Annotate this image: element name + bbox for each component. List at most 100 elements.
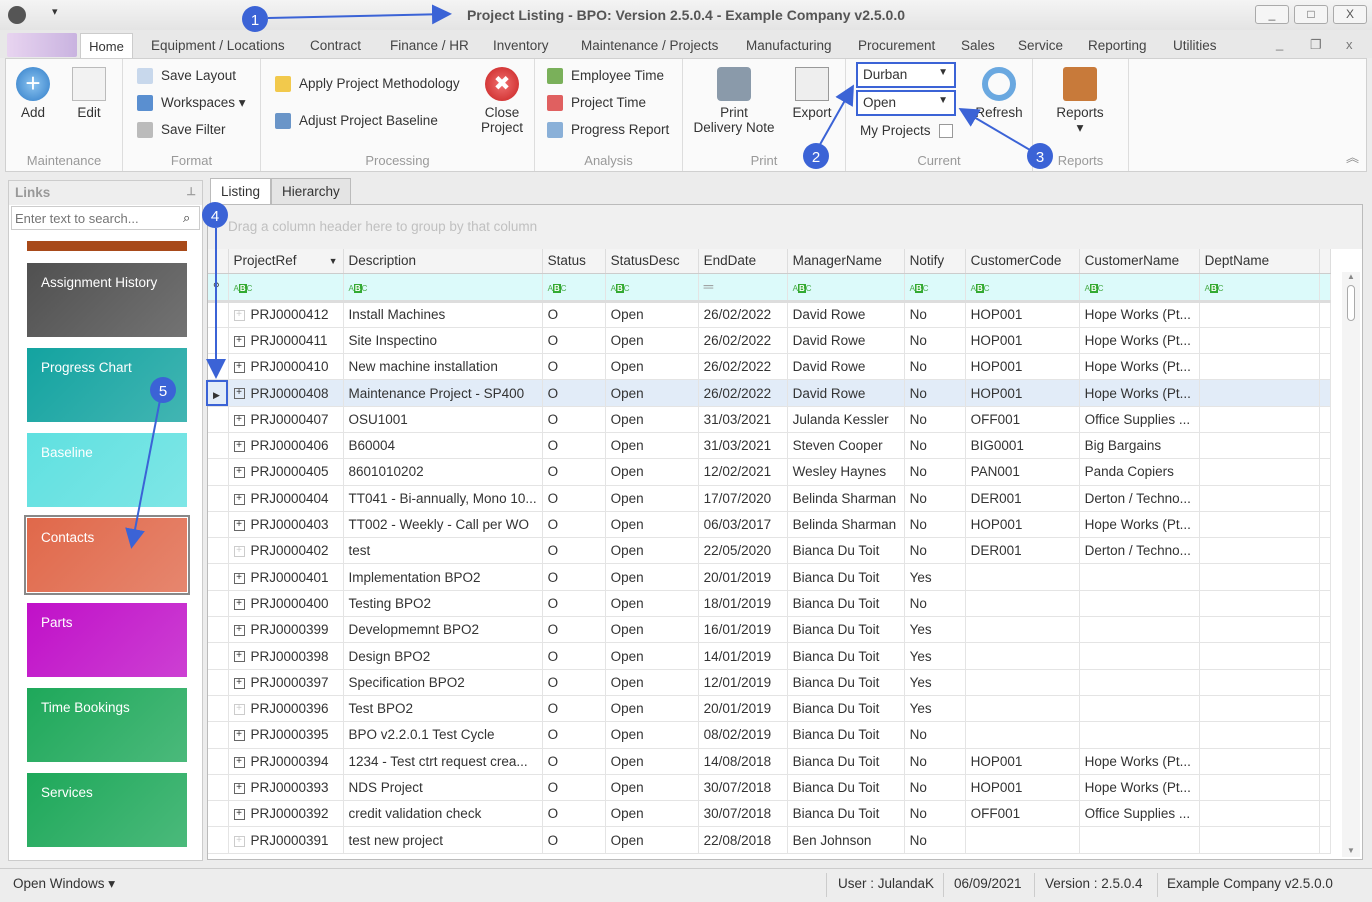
row-indicator[interactable] bbox=[208, 721, 229, 749]
my-projects-checkbox[interactable]: My Projects bbox=[860, 123, 953, 139]
mdi-minimize-icon[interactable]: _ bbox=[1276, 36, 1283, 51]
scrollbar-thumb[interactable] bbox=[1347, 285, 1355, 321]
expand-icon[interactable]: + bbox=[233, 388, 245, 400]
row-indicator[interactable] bbox=[208, 432, 229, 460]
export-button[interactable]: Export bbox=[787, 67, 837, 120]
table-row[interactable]: + PRJ0000406 B60004 O Open 31/03/2021 Steven C… bbox=[208, 432, 1331, 460]
tab-equipment-locations[interactable]: Equipment / Locations bbox=[151, 38, 285, 53]
row-indicator[interactable] bbox=[208, 642, 229, 670]
row-indicator[interactable] bbox=[208, 563, 229, 591]
row-indicator[interactable] bbox=[208, 537, 229, 565]
expand-icon[interactable]: + bbox=[233, 730, 245, 742]
expand-icon[interactable]: + bbox=[233, 835, 245, 847]
expand-icon[interactable]: + bbox=[233, 809, 245, 821]
row-indicator[interactable] bbox=[208, 590, 229, 618]
table-row[interactable]: + PRJ0000400 Testing BPO2 O Open 18/01/2019 Bi… bbox=[208, 590, 1331, 618]
tab-sales[interactable]: Sales bbox=[961, 38, 995, 53]
table-row[interactable]: + PRJ0000411 Site Inspectino O Open 26/02/202… bbox=[208, 327, 1331, 355]
table-row[interactable]: + PRJ0000412 Install Machines O Open 26/02/20… bbox=[208, 301, 1331, 328]
expand-icon[interactable]: + bbox=[233, 414, 245, 426]
tab-home[interactable]: Home bbox=[80, 33, 133, 59]
adjust-baseline-button[interactable]: Adjust Project Baseline bbox=[275, 113, 438, 130]
apply-methodology-button[interactable]: Apply Project Methodology bbox=[275, 76, 460, 93]
row-indicator[interactable] bbox=[208, 511, 229, 539]
row-indicator[interactable] bbox=[208, 748, 229, 775]
tab-service[interactable]: Service bbox=[1018, 38, 1063, 53]
table-row[interactable]: + PRJ0000395 BPO v2.2.0.1 Test Cycle O Open 0… bbox=[208, 721, 1331, 749]
workspaces-button[interactable]: Workspaces ▾ bbox=[137, 95, 246, 112]
links-search-input[interactable] bbox=[11, 206, 200, 230]
column-header-description[interactable]: Description bbox=[343, 249, 543, 274]
row-indicator[interactable] bbox=[208, 353, 229, 381]
tab-inventory[interactable]: Inventory bbox=[493, 38, 549, 53]
table-row[interactable]: + PRJ0000394 1234 - Test ctrt request crea… bbox=[208, 748, 1331, 775]
row-indicator[interactable] bbox=[208, 616, 229, 644]
tab-finance-hr[interactable]: Finance / HR bbox=[390, 38, 469, 53]
column-header-status[interactable]: Status bbox=[542, 249, 606, 274]
save-layout-button[interactable]: Save Layout bbox=[137, 68, 236, 85]
mdi-close-icon[interactable]: x bbox=[1346, 37, 1353, 52]
table-row[interactable]: + PRJ0000405 8601010202 O Open 12/02/2021 Wesl… bbox=[208, 458, 1331, 486]
tile-progress-chart[interactable]: Progress Chart bbox=[27, 348, 187, 422]
column-header-notify[interactable]: Notify bbox=[904, 249, 966, 274]
row-indicator[interactable] bbox=[208, 800, 229, 828]
column-header-customername[interactable]: CustomerName bbox=[1079, 249, 1200, 274]
tab-reporting[interactable]: Reporting bbox=[1088, 38, 1147, 53]
employee-time-button[interactable]: Employee Time bbox=[547, 68, 664, 85]
expand-icon[interactable]: + bbox=[233, 441, 245, 453]
expand-icon[interactable]: + bbox=[233, 756, 245, 768]
print-delivery-note-button[interactable]: Print Delivery Note bbox=[689, 67, 779, 135]
open-windows-button[interactable]: Open Windows ▾ bbox=[13, 876, 115, 892]
tab-maintenance-projects[interactable]: Maintenance / Projects bbox=[581, 38, 718, 53]
table-row[interactable]: + PRJ0000396 Test BPO2 O Open 20/01/2019 Bianc… bbox=[208, 695, 1331, 723]
expand-icon[interactable]: + bbox=[233, 782, 245, 794]
row-indicator[interactable] bbox=[208, 826, 229, 854]
expand-icon[interactable]: + bbox=[233, 677, 245, 689]
table-row[interactable]: + PRJ0000402 test O Open 22/05/2020 Bianca Du … bbox=[208, 537, 1331, 565]
status-dropdown[interactable]: Open ▼ bbox=[856, 90, 956, 116]
row-indicator[interactable]: ▶ bbox=[208, 379, 229, 407]
filter-cell-status[interactable]: ABC bbox=[542, 273, 606, 303]
filter-cell-enddate[interactable]: ═ bbox=[698, 273, 788, 303]
tab-utilities[interactable]: Utilities bbox=[1173, 38, 1217, 53]
expand-icon[interactable]: + bbox=[233, 546, 245, 558]
table-row[interactable]: + PRJ0000410 New machine installation O Open… bbox=[208, 353, 1331, 381]
checkbox-icon[interactable] bbox=[938, 124, 953, 139]
tab-listing[interactable]: Listing bbox=[210, 178, 272, 205]
filter-cell-managername[interactable]: ABC bbox=[787, 273, 905, 303]
table-row[interactable]: ▶ + PRJ0000408 Maintenance Project - SP400 O… bbox=[208, 379, 1331, 407]
maximize-button[interactable]: □ bbox=[1294, 5, 1328, 24]
filter-cell-deptname[interactable]: ABC bbox=[1199, 273, 1320, 303]
table-row[interactable]: + PRJ0000398 Design BPO2 O Open 14/01/2019 Bia… bbox=[208, 642, 1331, 670]
tab-hierarchy[interactable]: Hierarchy bbox=[271, 178, 351, 204]
column-header-deptname[interactable]: DeptName bbox=[1199, 249, 1320, 274]
row-indicator[interactable] bbox=[208, 458, 229, 486]
refresh-button[interactable]: Refresh bbox=[968, 67, 1030, 120]
expand-icon[interactable]: + bbox=[233, 651, 245, 663]
filter-cell-customercode[interactable]: ABC bbox=[965, 273, 1080, 303]
expand-icon[interactable]: + bbox=[233, 335, 245, 347]
row-indicator[interactable] bbox=[208, 327, 229, 355]
collapse-ribbon-icon[interactable]: ︽ bbox=[1346, 147, 1359, 166]
edit-button[interactable]: Edit bbox=[68, 67, 110, 120]
expand-icon[interactable]: + bbox=[233, 598, 245, 610]
table-row[interactable]: + PRJ0000397 Specification BPO2 O Open 12/01/… bbox=[208, 669, 1331, 696]
column-header-managername[interactable]: ManagerName bbox=[787, 249, 905, 274]
expand-icon[interactable]: + bbox=[233, 493, 245, 505]
row-indicator[interactable] bbox=[208, 406, 229, 433]
column-header-customercode[interactable]: CustomerCode bbox=[965, 249, 1080, 274]
filter-cell-customername[interactable]: ABC bbox=[1079, 273, 1200, 303]
expand-icon[interactable]: + bbox=[233, 310, 245, 322]
column-header-statusdesc[interactable]: StatusDesc bbox=[605, 249, 699, 274]
column-header-enddate[interactable]: EndDate bbox=[698, 249, 788, 274]
filter-cell-notify[interactable]: ABC bbox=[904, 273, 966, 303]
sort-icon[interactable]: ▼ bbox=[329, 256, 338, 266]
tile-partial[interactable] bbox=[27, 241, 187, 251]
tab-procurement[interactable]: Procurement bbox=[858, 38, 935, 53]
tab-manufacturing[interactable]: Manufacturing bbox=[746, 38, 832, 53]
table-row[interactable]: + PRJ0000407 OSU1001 O Open 31/03/2021 Julanda… bbox=[208, 406, 1331, 433]
project-time-button[interactable]: Project Time bbox=[547, 95, 646, 112]
save-filter-button[interactable]: Save Filter bbox=[137, 122, 226, 139]
reports-button[interactable]: Reports ▾ bbox=[1049, 67, 1111, 136]
filter-cell-projectref[interactable]: ABC bbox=[228, 273, 344, 303]
